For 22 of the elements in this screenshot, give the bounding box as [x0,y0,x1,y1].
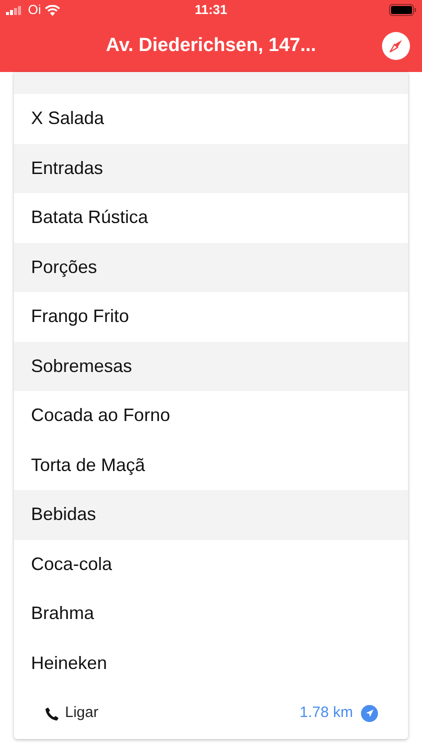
navigation-icon [361,705,378,722]
category-header: Porções [14,242,408,292]
category-header: Sobremesas [14,342,408,391]
phone-icon [45,706,59,720]
signal-icon [6,6,24,14]
nav-title: Av. Diederichsen, 147... [106,34,316,58]
clock-time: 11:31 [194,2,228,18]
menu-item[interactable]: Coca-cola [14,540,408,589]
menu-item[interactable]: Frango Frito [14,292,408,342]
compass-icon[interactable] [382,32,410,60]
menu-item[interactable]: Brahma [14,589,408,638]
call-link[interactable]: Ligar [65,702,98,725]
category-header: Bebidas [14,490,408,540]
menu-item[interactable]: Torta de Maçã [14,440,408,490]
wifi-icon [45,4,60,16]
menu-item[interactable]: Cocada ao Forno [14,391,408,440]
category-header: Entradas [14,144,408,193]
battery-icon [389,4,416,16]
menu-item[interactable]: Heineken [14,638,408,688]
menu-item[interactable]: Batata Rústica [14,193,408,242]
carrier-name: Oi [28,1,41,20]
menu-item[interactable]: X Salada [14,94,408,144]
